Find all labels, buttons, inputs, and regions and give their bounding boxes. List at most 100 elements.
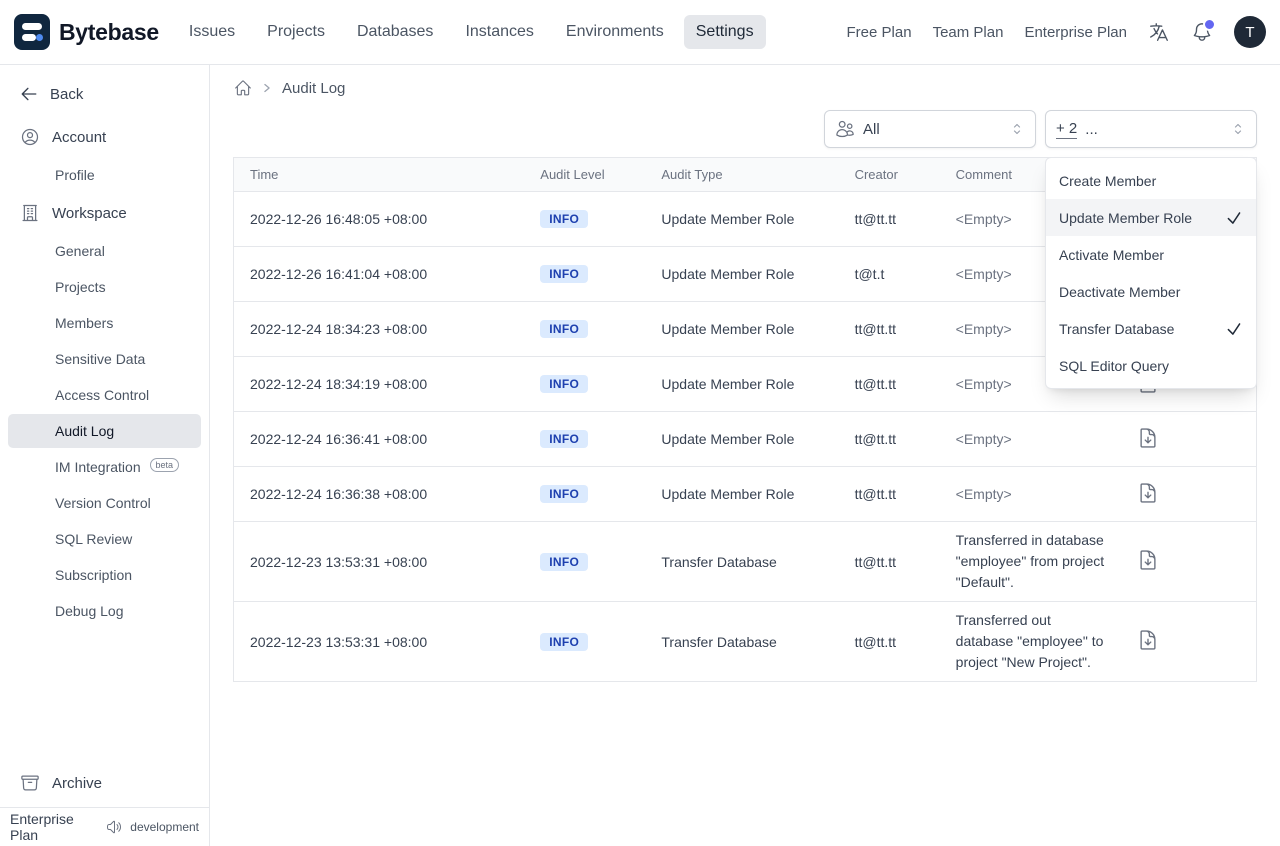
audit-type: Transfer Database [645, 601, 839, 681]
archive-box-icon [21, 775, 39, 791]
audit-actions-cell [1120, 521, 1256, 602]
audit-level-badge: INFO [540, 552, 589, 571]
sidebar-item-members[interactable]: Members [8, 306, 201, 340]
audit-type: Update Member Role [645, 301, 839, 357]
menu-item-update-member-role[interactable]: Update Member Role [1046, 199, 1256, 236]
sidebar-item-version-control[interactable]: Version Control [8, 486, 201, 520]
notifications-bell-icon[interactable] [1191, 18, 1216, 43]
audit-time: 2022-12-24 16:36:38 +08:00 [234, 466, 525, 522]
breadcrumb-current: Audit Log [282, 79, 346, 97]
chevron-up-down-icon [1013, 123, 1021, 135]
enterprise-plan-link[interactable]: Enterprise Plan [1024, 24, 1127, 41]
audit-creator: tt@tt.tt [838, 356, 940, 412]
table-row: 2022-12-23 13:53:31 +08:00 INFO Transfer… [234, 601, 1256, 681]
audit-level-badge: INFO [540, 320, 589, 338]
sidebar-item-sql-review[interactable]: SQL Review [8, 522, 201, 556]
export-row-button[interactable] [1137, 629, 1159, 651]
nav-item-projects[interactable]: Projects [255, 15, 337, 49]
nav-item-instances[interactable]: Instances [453, 15, 545, 49]
nav-item-environments[interactable]: Environments [554, 15, 676, 49]
sidebar-section-workspace: Workspace [0, 193, 209, 233]
audit-creator: tt@tt.tt [854, 211, 897, 227]
table-row: 2022-12-24 16:36:41 +08:00 INFO Update M… [234, 411, 1256, 467]
export-row-button[interactable] [1137, 427, 1159, 449]
audit-type: Update Member Role [645, 411, 839, 467]
audit-comment: Transferred in database "employee" from … [939, 521, 1121, 602]
audit-creator: tt@tt.tt [838, 466, 940, 522]
audit-creator: t@t.t [838, 246, 940, 302]
page: Bytebase Issues Projects Databases Insta… [0, 0, 1280, 846]
sidebar-item-access-control[interactable]: Access Control [8, 378, 201, 412]
audit-level-badge: INFO [540, 265, 589, 283]
sidebar-item-general[interactable]: General [8, 234, 201, 268]
menu-item-label: Update Member Role [1059, 209, 1193, 226]
menu-item-activate-member[interactable]: Activate Member [1046, 236, 1256, 273]
table-row: 2022-12-23 13:53:31 +08:00 INFO Transfer… [234, 521, 1256, 602]
sidebar-item-audit-log[interactable]: Audit Log [8, 414, 201, 448]
col-header-audit-level: Audit Level [524, 158, 646, 192]
download-file-icon [1140, 427, 1156, 448]
sidebar-item-subscription[interactable]: Subscription [8, 558, 201, 592]
main-nav: Issues Projects Databases Instances Envi… [177, 15, 766, 49]
menu-item-transfer-database[interactable]: Transfer Database [1046, 310, 1256, 347]
audit-type-filter-select[interactable]: + 2 ... [1045, 110, 1257, 148]
menu-item-create-member[interactable]: Create Member [1046, 162, 1256, 199]
audit-creator: tt@tt.tt [838, 301, 940, 357]
export-row-button[interactable] [1137, 549, 1159, 571]
download-file-icon [1140, 630, 1156, 650]
bytebase-wordmark: Bytebase [59, 18, 159, 45]
members-icon [836, 120, 854, 138]
audit-level-cell: INFO [524, 301, 646, 357]
menu-item-label: Transfer Database [1059, 320, 1175, 337]
audit-time: 2022-12-24 18:34:19 +08:00 [234, 356, 525, 412]
col-header-time: Time [234, 158, 525, 192]
creator-filter-select[interactable]: All [824, 110, 1036, 148]
free-plan-link[interactable]: Free Plan [847, 24, 912, 41]
type-filter-value: + 2 [1056, 119, 1078, 139]
nav-item-issues[interactable]: Issues [177, 15, 247, 49]
section-label: Workspace [52, 204, 127, 222]
nav-item-databases[interactable]: Databases [345, 15, 446, 49]
sidebar-item-archive[interactable]: Archive [0, 763, 209, 803]
back-button[interactable]: Back [0, 75, 209, 117]
sidebar-item-projects[interactable]: Projects [8, 270, 201, 304]
bytebase-logo[interactable]: Bytebase [14, 14, 159, 50]
notification-dot [1203, 18, 1216, 31]
audit-comment: <Empty> [939, 466, 1121, 522]
sidebar-item-debug-log[interactable]: Debug Log [8, 594, 201, 628]
topbar-right: Free Plan Team Plan Enterprise Plan T [847, 16, 1266, 48]
sidebar-item-sensitive-data[interactable]: Sensitive Data [8, 342, 201, 376]
audit-actions-cell [1120, 466, 1256, 522]
menu-item-label: Create Member [1059, 172, 1157, 189]
sidebar-item-profile[interactable]: Profile [8, 158, 201, 192]
footer-plan-label: Enterprise Plan [10, 811, 74, 843]
menu-item-sql-editor-query[interactable]: SQL Editor Query [1046, 347, 1256, 384]
filter-row: All + 2 ... [210, 97, 1280, 157]
nav-item-settings[interactable]: Settings [683, 15, 766, 49]
audit-level-cell: INFO [524, 356, 646, 412]
team-plan-link[interactable]: Team Plan [933, 24, 1004, 41]
audit-time: 2022-12-26 16:41:04 +08:00 [234, 246, 525, 302]
audit-comment: Transferred out database "employee" to p… [939, 601, 1121, 681]
sidebar-item-im-integration[interactable]: IM Integration beta [8, 450, 201, 484]
translate-icon[interactable] [1148, 21, 1170, 43]
sidebar-item-label: IM Integration [55, 459, 141, 475]
audit-level-cell: INFO [524, 192, 645, 247]
export-row-button[interactable] [1137, 482, 1159, 504]
audit-level-cell: INFO [524, 466, 646, 522]
download-file-icon [1140, 550, 1156, 570]
breadcrumb: Audit Log [210, 65, 1280, 97]
speaker-icon[interactable] [106, 819, 122, 835]
audit-comment: <Empty> [939, 411, 1121, 467]
home-icon[interactable] [234, 79, 252, 97]
col-header-audit-type: Audit Type [645, 158, 839, 192]
section-label: Account [52, 128, 107, 146]
menu-item-deactivate-member[interactable]: Deactivate Member [1046, 273, 1256, 310]
audit-type: Update Member Role [645, 246, 839, 302]
audit-creator: tt@tt.tt [838, 521, 940, 602]
audit-level-cell: INFO [524, 411, 646, 467]
sidebar-section-account: Account [0, 117, 209, 157]
audit-level-badge: INFO [540, 430, 589, 448]
audit-level-badge: INFO [540, 375, 589, 393]
avatar[interactable]: T [1234, 16, 1266, 48]
